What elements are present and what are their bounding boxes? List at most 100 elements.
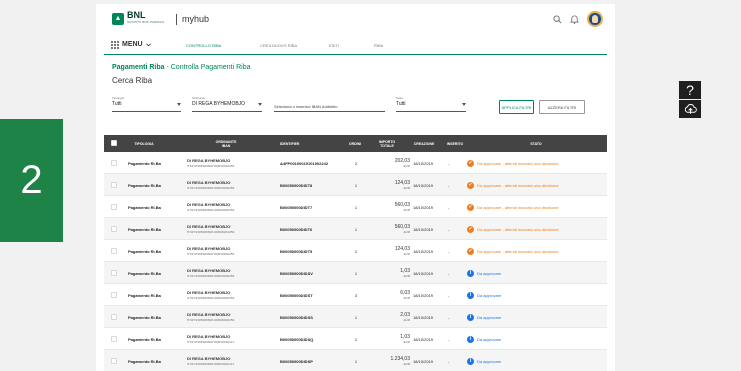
- table-row[interactable]: Pagamento Ri.Ba DI REGA BYHEMOBJO IT32Y030…: [104, 350, 607, 371]
- row-identifier[interactable]: B00050000DIDT5: [280, 240, 312, 262]
- tab-crea-nuovo-riba[interactable]: CREA NUOVO RIBA: [260, 43, 297, 48]
- row-amount-currency: EUR: [403, 252, 410, 256]
- row-identifier[interactable]: B00050000DIDT8: [280, 174, 312, 196]
- row-status[interactable]: i Da approvare: [467, 284, 501, 306]
- tab-esiti[interactable]: ESITI: [329, 43, 339, 48]
- row-status[interactable]: ✓ Da approvare - attendi invocato una dec…: [467, 218, 559, 240]
- reset-filters-button[interactable]: AZZERA FILTRI: [539, 100, 585, 114]
- step-number-badge: 2: [0, 119, 63, 242]
- row-ordering: DI REGA BYHEMOBJO IT32Y030690960610000000…: [187, 218, 234, 240]
- iban-input[interactable]: Seleziona o inserisci IBAN Addebito: [274, 96, 385, 112]
- row-checkbox[interactable]: [111, 226, 117, 232]
- table-row[interactable]: Pagamento Ri.Ba DI REGA BYHEMOBJO IT32Y030…: [104, 284, 607, 306]
- row-checkbox[interactable]: [111, 182, 117, 188]
- row-status[interactable]: i Da approvare: [467, 350, 501, 371]
- row-identifier[interactable]: B00050000DIDSP: [280, 350, 313, 371]
- row-ordering-iban: IT62Y0306909606100000002256: [187, 164, 235, 168]
- cloud-upload-icon[interactable]: [679, 100, 701, 118]
- status-icon: ✓: [467, 247, 474, 255]
- row-checkbox[interactable]: [111, 248, 117, 254]
- brand-logo[interactable]: ▲ BNL GRUPPO BNP PARIBAS: [112, 11, 165, 26]
- row-status[interactable]: i Da approvare: [467, 262, 501, 284]
- row-identifier[interactable]: B00050000DIDSQ: [280, 328, 313, 350]
- row-date: 18/10/2019: [413, 182, 434, 188]
- row-status[interactable]: ✓ Da approvare - attendi invocato una dec…: [467, 240, 559, 262]
- avatar[interactable]: [587, 11, 603, 27]
- row-amount-currency: EUR: [403, 296, 410, 300]
- row-status[interactable]: ✓ Da approvare - attendi invocato una dec…: [467, 196, 559, 218]
- header-actions: [553, 11, 603, 27]
- row-checkbox[interactable]: [111, 204, 117, 210]
- type-select-label: Tipologia: [112, 96, 125, 100]
- row-ordering: DI REGA BYHEMOBJO IT32Y030690960610000000…: [187, 174, 234, 196]
- chevron-down-icon: [145, 42, 151, 46]
- row-type: Pagamento Ri.Ba: [128, 336, 161, 342]
- row-identifier[interactable]: B00050000DIDT7: [280, 196, 312, 218]
- row-identifier[interactable]: A4FP00100019101002242: [280, 152, 328, 174]
- table-body: Pagamento Ri.Ba DI REGA BYHEMOBJO IT62Y030…: [104, 152, 607, 371]
- table-row[interactable]: Pagamento Ri.Ba DI REGA BYHEMOBJO IT32Y030…: [104, 196, 607, 218]
- row-ordering-name: DI REGA BYHEMOBJO: [187, 180, 231, 185]
- select-all-checkbox[interactable]: [111, 140, 117, 146]
- col-orders[interactable]: ORDINI: [344, 135, 366, 152]
- row-status-text: Da approvare: [477, 292, 502, 298]
- row-checkbox[interactable]: [111, 160, 117, 166]
- col-identifier[interactable]: IDENTIFIER: [280, 135, 320, 152]
- table-row[interactable]: Pagamento Ri.Ba DI REGA BYHEMOBJO IT32Y030…: [104, 174, 607, 196]
- brand-subtitle: GRUPPO BNP PARIBAS: [127, 20, 165, 24]
- search-icon[interactable]: [553, 14, 562, 24]
- ordering-select-value: DI REGA BYHEMOBJO: [192, 101, 246, 107]
- row-identifier[interactable]: B00050000DIDSS: [280, 306, 313, 328]
- row-status[interactable]: ✓ Da approvare - attendi invocato una dec…: [467, 174, 559, 196]
- row-checkbox[interactable]: [111, 270, 117, 276]
- menu-button[interactable]: MENU: [111, 40, 151, 49]
- row-date: 18/10/2019: [413, 358, 434, 364]
- tab-controllo-riba[interactable]: CONTROLLO RIBA: [186, 43, 221, 48]
- col-inserted[interactable]: INSERITO: [440, 135, 470, 152]
- help-icon[interactable]: ?: [679, 81, 701, 99]
- table-row[interactable]: Pagamento Ri.Ba DI REGA BYHEMOBJO IT32Y030…: [104, 328, 607, 350]
- table-row[interactable]: Pagamento Ri.Ba DI REGA BYHEMOBJO IT62Y030…: [104, 152, 607, 174]
- col-created[interactable]: CREAZIONE: [408, 135, 440, 152]
- row-amount: 1,03 EUR: [380, 262, 410, 284]
- row-amount: 124,03 EUR: [380, 174, 410, 196]
- row-amount-currency: EUR: [403, 186, 410, 190]
- table-row[interactable]: Pagamento Ri.Ba DI REGA BYHEMOBJO IT32Y030…: [104, 240, 607, 262]
- col-ordering[interactable]: ORDINANTE IBAN: [204, 135, 248, 152]
- row-status[interactable]: ✓ Da approvare - attendi invocato una dec…: [467, 152, 559, 174]
- row-type: Pagamento Ri.Ba: [128, 160, 161, 166]
- row-orders: 1: [354, 182, 358, 188]
- row-type: Pagamento Ri.Ba: [128, 182, 161, 188]
- col-type[interactable]: TIPOLOGIA: [128, 135, 160, 152]
- tab-riba[interactable]: RIBA: [374, 43, 383, 48]
- table-row[interactable]: Pagamento Ri.Ba DI REGA BYHEMOBJO IT32Y030…: [104, 306, 607, 328]
- status-select[interactable]: Stato Tutti: [396, 96, 466, 112]
- row-identifier[interactable]: B00050000DIDSV: [280, 262, 313, 284]
- row-status[interactable]: i Da approvare: [467, 306, 501, 328]
- row-orders: 1: [354, 248, 358, 254]
- row-checkbox[interactable]: [111, 292, 117, 298]
- row-amount-currency: EUR: [403, 318, 410, 322]
- apply-filters-button[interactable]: APPLICA FILTRI: [499, 100, 534, 114]
- row-status-text: Da approvare - attendi invocato una deci…: [477, 182, 559, 188]
- row-ordering-iban: IT32Y0306909606100000000256: [187, 296, 235, 300]
- table-row[interactable]: Pagamento Ri.Ba DI REGA BYHEMOBJO IT32Y030…: [104, 218, 607, 240]
- row-identifier[interactable]: B00050000DIDT6: [280, 218, 312, 240]
- row-checkbox[interactable]: [111, 358, 117, 364]
- status-icon: i: [467, 291, 474, 299]
- col-status[interactable]: STATO: [524, 135, 548, 152]
- brand-text: BNL GRUPPO BNP PARIBAS: [127, 11, 165, 26]
- table-row[interactable]: Pagamento Ri.Ba DI REGA BYHEMOBJO IT32Y030…: [104, 262, 607, 284]
- row-checkbox[interactable]: [111, 314, 117, 320]
- bell-icon[interactable]: [570, 14, 579, 24]
- row-identifier[interactable]: B00050000DIDST: [280, 284, 313, 306]
- row-checkbox[interactable]: [111, 336, 117, 342]
- row-status-text: Da approvare - attendi invocato una deci…: [477, 248, 559, 254]
- col-amount[interactable]: IMPORTO TOTALE: [371, 135, 403, 152]
- chevron-down-icon: [462, 103, 466, 106]
- row-status-text: Da approvare: [477, 314, 502, 320]
- ordering-select[interactable]: Ordinante DI REGA BYHEMOBJO: [192, 96, 262, 112]
- row-orders: 1: [354, 358, 358, 364]
- row-status[interactable]: i Da approvare: [467, 328, 501, 350]
- type-select[interactable]: Tipologia Tutti: [112, 96, 181, 112]
